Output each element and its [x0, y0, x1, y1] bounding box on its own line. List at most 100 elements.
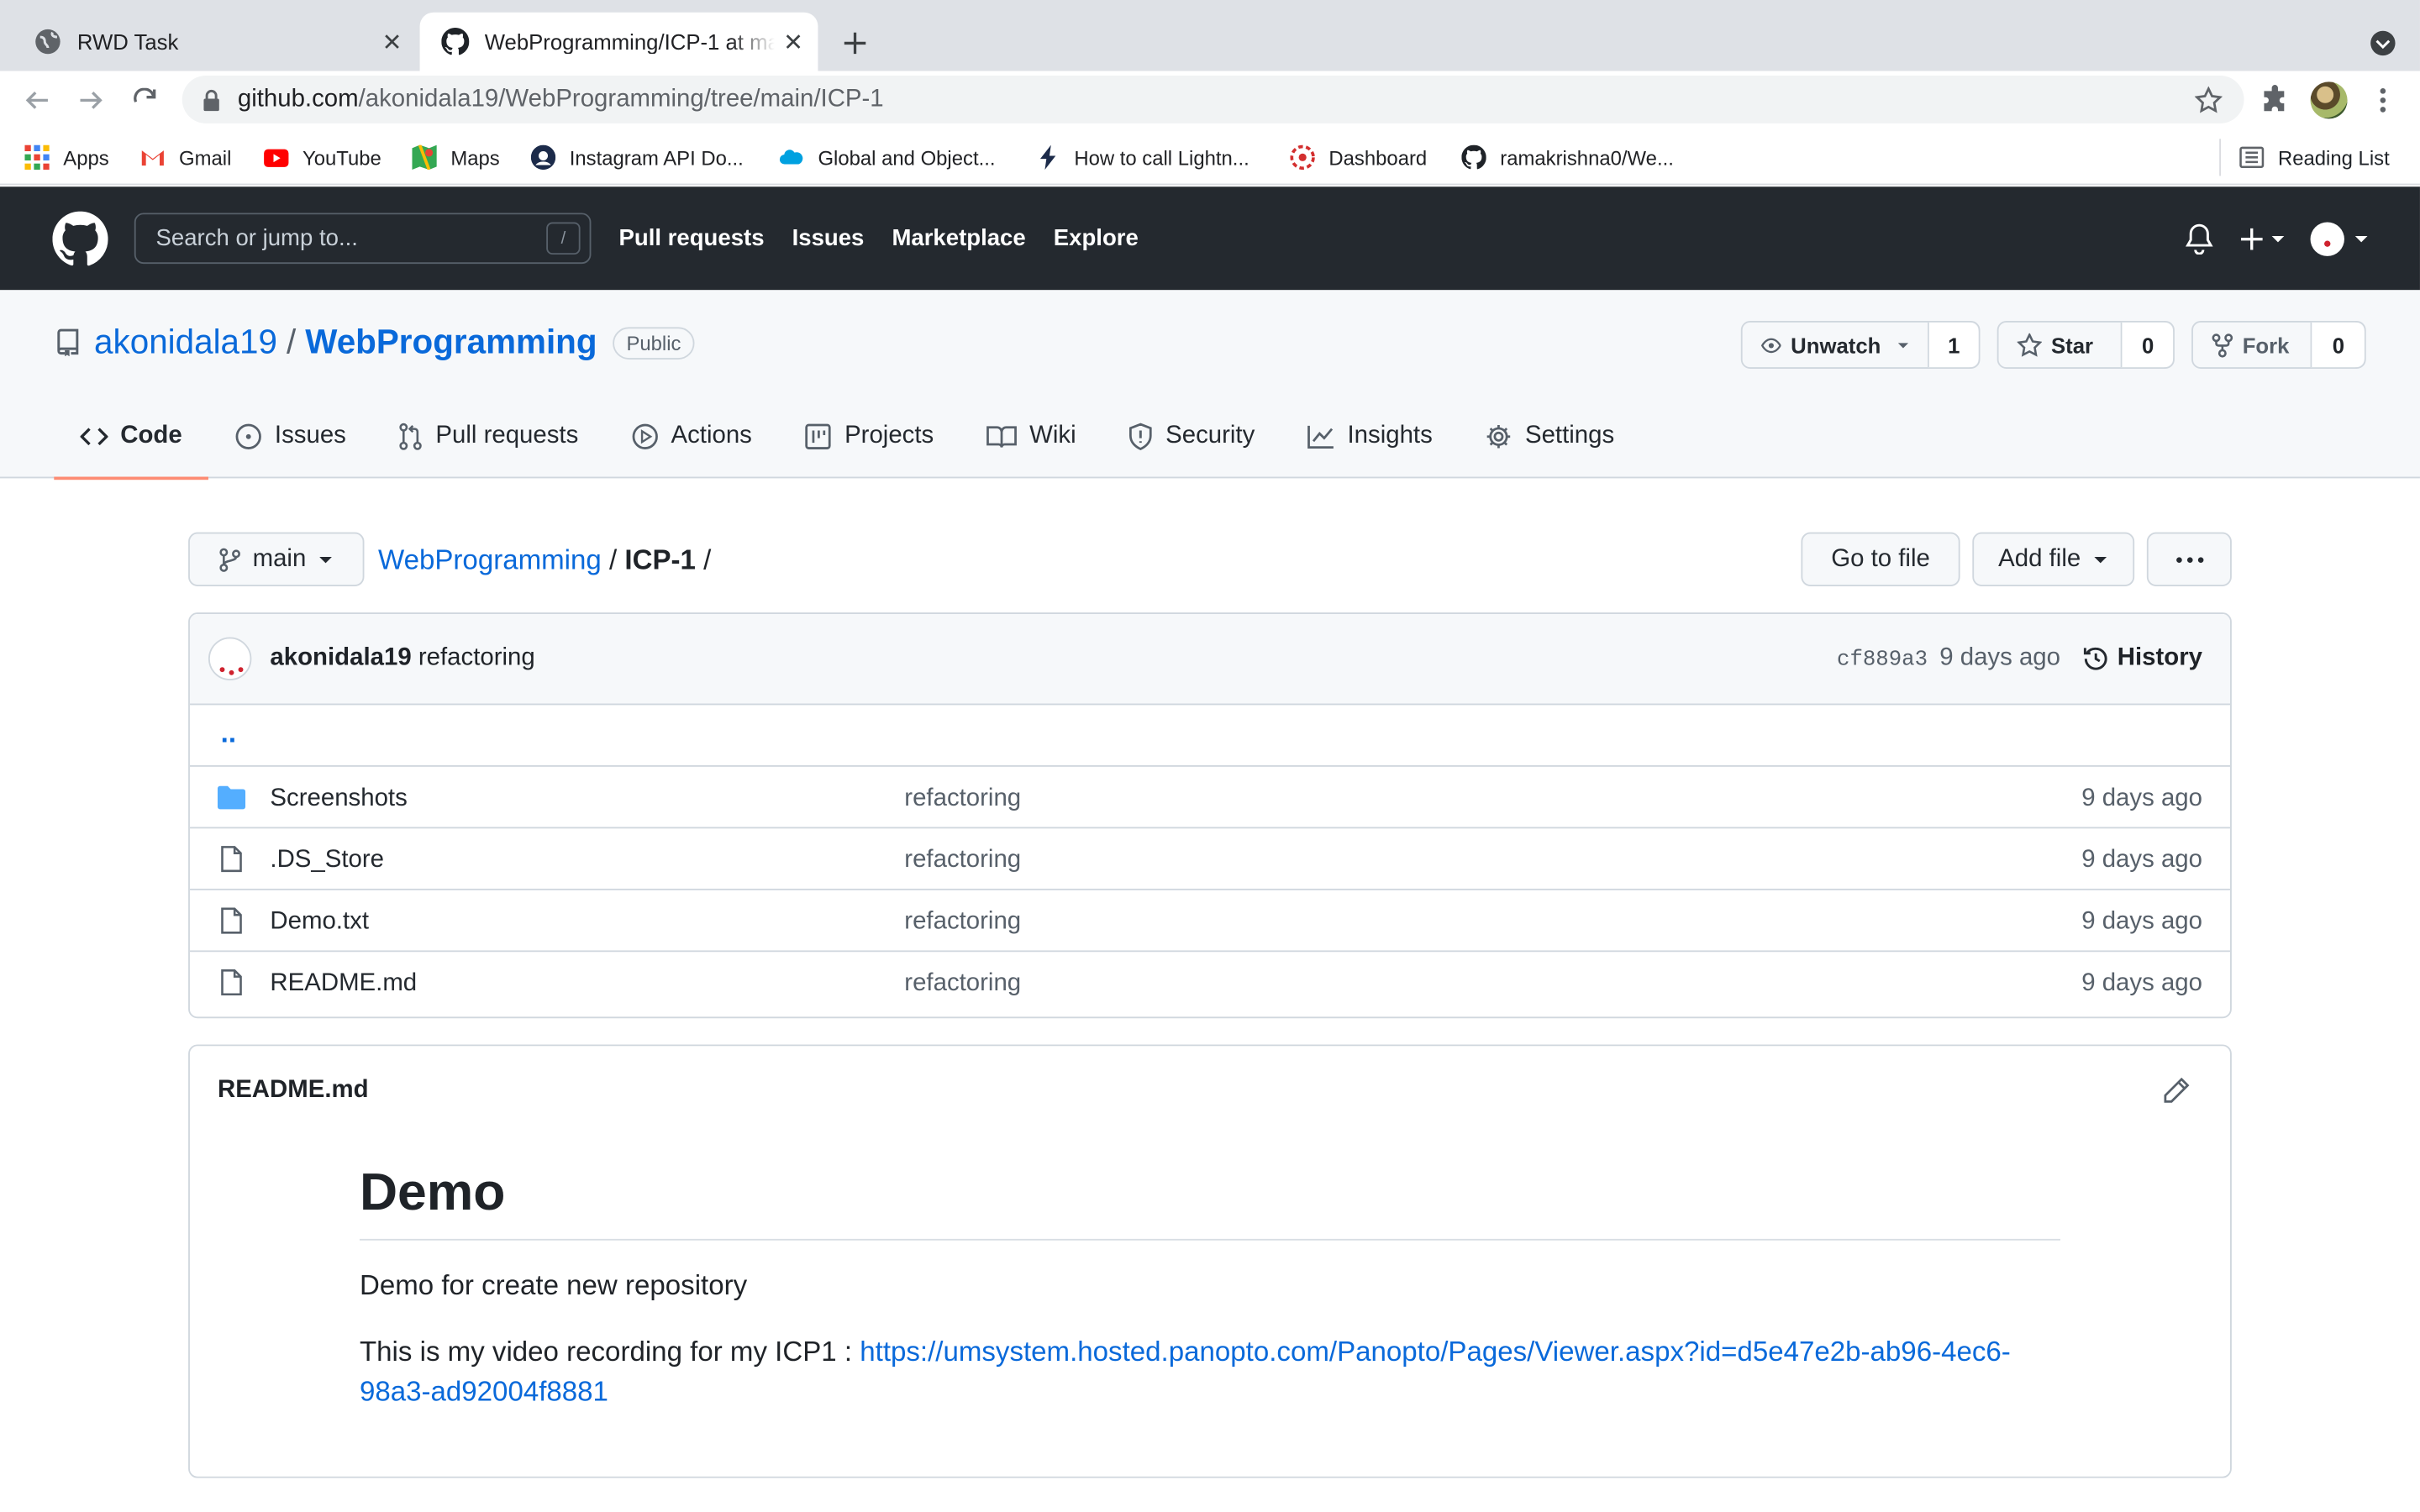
pull-request-icon — [399, 423, 423, 450]
address-bar[interactable]: github.com/akonidala19/WebProgramming/tr… — [182, 75, 2244, 123]
commit-message[interactable]: refactoring — [418, 645, 535, 671]
history-clock-icon — [2083, 647, 2107, 670]
file-commit-message[interactable]: refactoring — [904, 909, 1021, 937]
bookmark-salesforce[interactable]: Global and Object... — [779, 144, 996, 171]
nav-marketplace[interactable]: Marketplace — [892, 225, 1025, 251]
tab-strip: RWD Task WebProgramming/ICP-1 at main · … — [0, 0, 2420, 71]
file-row[interactable]: README.md refactoring 9 days ago — [190, 952, 2230, 1013]
tab-security[interactable]: Security — [1102, 395, 1281, 478]
gmail-icon — [140, 145, 165, 170]
repo-owner-link[interactable]: akonidala19 — [94, 323, 277, 363]
browser-tab-github[interactable]: WebProgramming/ICP-1 at main · akonidala… — [419, 12, 818, 71]
file-age: 9 days ago — [2081, 908, 2202, 936]
bookmark-label: Global and Object... — [818, 145, 996, 170]
caret-down-icon — [319, 556, 333, 563]
history-label: History — [2117, 644, 2202, 671]
tab-projects[interactable]: Projects — [778, 395, 960, 478]
maps-icon — [412, 144, 437, 171]
parent-directory-link[interactable]: .. — [189, 705, 2231, 767]
repo-name-link[interactable]: WebProgramming — [305, 323, 597, 363]
forks-count[interactable]: 0 — [2311, 322, 2365, 368]
breadcrumb-repo-link[interactable]: WebProgramming — [378, 543, 602, 576]
readme-heading: Demo — [359, 1163, 2060, 1241]
reading-list-button[interactable]: Reading List — [2219, 139, 2390, 176]
tab-insights[interactable]: Insights — [1281, 395, 1459, 478]
tab-search-icon[interactable] — [2366, 26, 2400, 60]
search-input[interactable] — [155, 225, 527, 252]
commit-author[interactable]: akonidala19 — [270, 645, 411, 671]
latest-commit-bar: akonidala19 refactoring cf889a3 9 days a… — [189, 614, 2231, 706]
watch-button-group: Unwatch 1 — [1740, 321, 1981, 369]
lock-icon[interactable] — [201, 89, 223, 111]
create-new-plus-icon[interactable] — [2240, 222, 2287, 255]
nav-issues[interactable]: Issues — [792, 225, 865, 251]
play-circle-icon — [632, 423, 658, 449]
file-row[interactable]: .DS_Store refactoring 9 days ago — [189, 828, 2231, 890]
add-file-button[interactable]: Add file — [1972, 532, 2135, 586]
profile-avatar[interactable] — [2310, 81, 2348, 119]
tab-label: Settings — [1524, 423, 1615, 449]
globe-icon — [35, 29, 60, 55]
github-search[interactable]: / — [134, 213, 592, 265]
close-tab-icon[interactable] — [373, 24, 410, 60]
file-commit-message[interactable]: refactoring — [904, 970, 1021, 998]
commit-author-avatar[interactable] — [208, 637, 252, 680]
nav-pull-requests[interactable]: Pull requests — [619, 225, 765, 251]
bookmark-label: ramakrishna0/We... — [1500, 145, 1674, 170]
commit-sha[interactable]: cf889a3 — [1837, 648, 1928, 672]
new-tab-icon[interactable] — [835, 24, 876, 64]
file-commit-message[interactable]: refactoring — [904, 785, 1021, 813]
tab-actions[interactable]: Actions — [605, 395, 779, 478]
caret-down-icon — [2094, 556, 2107, 563]
notifications-bell-icon[interactable] — [2185, 222, 2213, 255]
edit-pencil-icon[interactable] — [2162, 1077, 2190, 1105]
user-avatar-menu[interactable] — [2310, 222, 2371, 256]
kebab-menu-icon[interactable] — [2367, 85, 2398, 116]
reload-icon[interactable] — [128, 83, 161, 117]
watchers-count[interactable]: 1 — [1928, 322, 1979, 368]
bookmark-dashboard[interactable]: Dashboard — [1290, 144, 1427, 171]
bookmark-apps[interactable]: Apps — [24, 144, 109, 171]
back-icon[interactable] — [20, 83, 54, 117]
bookmark-label: Apps — [63, 145, 109, 170]
breadcrumb-separator: / — [703, 543, 712, 575]
bookmark-lightning[interactable]: How to call Lightn... — [1035, 144, 1249, 171]
tab-wiki[interactable]: Wiki — [960, 395, 1102, 478]
visibility-badge: Public — [612, 326, 696, 360]
stars-count[interactable]: 0 — [2121, 322, 2174, 368]
bookmark-github-repo[interactable]: ramakrishna0/We... — [1461, 144, 1674, 171]
branch-select-button[interactable]: main — [188, 532, 365, 586]
tab-pull-requests[interactable]: Pull requests — [372, 395, 604, 478]
file-row[interactable]: Screenshots refactoring 9 days ago — [189, 767, 2231, 829]
nav-explore[interactable]: Explore — [1054, 225, 1139, 251]
bookmark-star-icon[interactable] — [2194, 86, 2223, 114]
fork-button[interactable]: Fork — [2193, 323, 2311, 367]
bookmark-instagram-api[interactable]: Instagram API Do... — [530, 144, 744, 171]
github-logo-icon[interactable] — [52, 211, 108, 267]
file-name[interactable]: README.md — [270, 970, 417, 998]
tab-code[interactable]: Code — [54, 395, 208, 480]
file-name[interactable]: .DS_Store — [270, 847, 384, 874]
bookmark-gmail[interactable]: Gmail — [140, 144, 231, 171]
github-global-nav: Pull requests Issues Marketplace Explore — [619, 186, 1139, 290]
file-commit-message[interactable]: refactoring — [904, 847, 1021, 874]
tab-label: Actions — [671, 423, 752, 449]
tab-issues[interactable]: Issues — [208, 395, 372, 478]
browser-tab-rwd[interactable]: RWD Task — [13, 13, 417, 71]
go-to-file-button[interactable]: Go to file — [1801, 532, 1960, 586]
tab-settings[interactable]: Settings — [1459, 395, 1640, 478]
project-board-icon — [805, 423, 832, 449]
bookmark-maps[interactable]: Maps — [412, 144, 500, 171]
file-row[interactable]: Demo.txt refactoring 9 days ago — [189, 890, 2231, 953]
more-options-button[interactable] — [2146, 532, 2232, 586]
close-tab-icon[interactable] — [775, 24, 812, 60]
star-button[interactable]: Star — [1999, 323, 2122, 367]
file-name[interactable]: Demo.txt — [270, 909, 369, 937]
extensions-puzzle-icon[interactable] — [2260, 85, 2291, 116]
file-name[interactable]: Screenshots — [270, 785, 407, 813]
forward-icon[interactable] — [74, 83, 108, 117]
bookmark-youtube[interactable]: YouTube — [264, 144, 381, 171]
eye-icon — [1760, 337, 1781, 353]
unwatch-button[interactable]: Unwatch — [1743, 323, 1928, 367]
history-link[interactable]: History — [2081, 645, 2202, 673]
